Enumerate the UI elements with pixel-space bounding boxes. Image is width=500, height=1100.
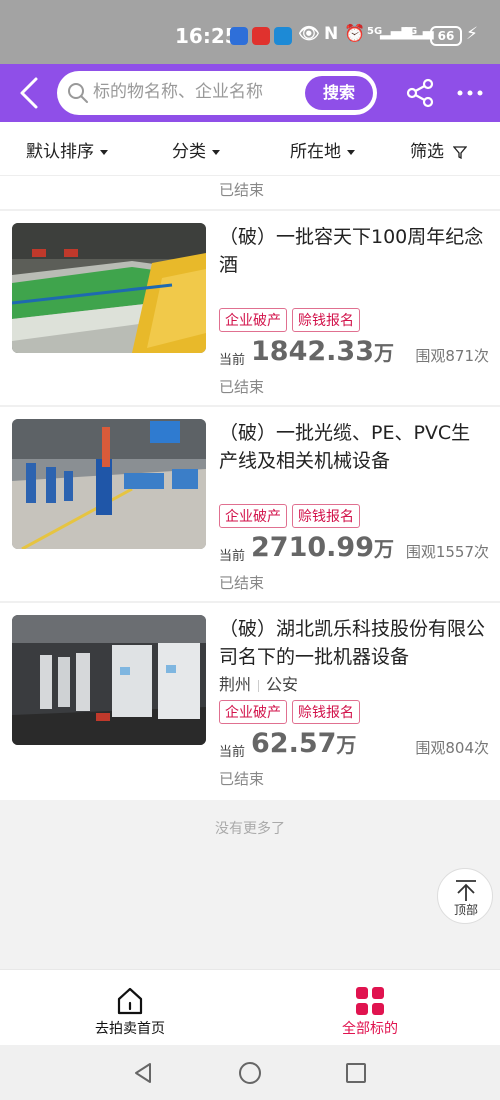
- location-filter[interactable]: 所在地: [290, 137, 355, 162]
- search-input[interactable]: [93, 82, 293, 102]
- grid-icon: [356, 987, 384, 1015]
- back-to-top-button[interactable]: 顶部: [437, 868, 493, 924]
- location-city: 荆州: [219, 675, 252, 694]
- listing-status: 已结束: [219, 378, 265, 396]
- alarm-icon: ⏰: [344, 24, 366, 44]
- back-button[interactable]: [14, 74, 48, 112]
- tab-all-items-label: 全部标的: [342, 1021, 398, 1037]
- system-navigation-bar: [0, 1045, 500, 1100]
- location-district: 公安: [266, 675, 299, 694]
- listing-card[interactable]: （破）湖北凯乐科技股份有限公司名下的一批机器设备 荆州 公安 企业破产 赊钱报名 当…: [0, 603, 500, 799]
- caret-down-icon: [212, 149, 220, 155]
- nav-home-icon[interactable]: [238, 1061, 262, 1085]
- listing-title[interactable]: （破）一批光缆、PE、PVC生产线及相关机械设备: [219, 419, 487, 475]
- listing-thumbnail[interactable]: [12, 223, 206, 353]
- listing-title[interactable]: （破）湖北凯乐科技股份有限公司名下的一批机器设备: [219, 615, 487, 671]
- category-filter-label: 分类: [172, 142, 206, 162]
- screen-filter-label: 筛选: [410, 142, 444, 162]
- no-more-text: 没有更多了: [215, 821, 285, 837]
- sort-filter[interactable]: 默认排序: [26, 137, 108, 162]
- tag-registration: 赊钱报名: [292, 504, 360, 528]
- price-value: 1842.33万: [251, 336, 394, 367]
- price-number: 1842.33: [251, 336, 374, 367]
- listing-title[interactable]: （破）一批容天下100周年纪念酒: [219, 223, 487, 279]
- funnel-icon: [453, 146, 468, 159]
- previous-item-status: 已结束: [219, 181, 265, 199]
- home-icon: [117, 987, 143, 1015]
- view-count: 围观871次: [415, 347, 489, 365]
- search-button[interactable]: 搜索: [305, 76, 373, 110]
- more-icon: [457, 90, 483, 96]
- listing-tags: 企业破产 赊钱报名: [219, 504, 365, 528]
- listing-tags: 企业破产 赊钱报名: [219, 308, 365, 332]
- caret-down-icon: [347, 149, 355, 155]
- location-filter-label: 所在地: [290, 142, 341, 162]
- price-value: 62.57万: [251, 728, 356, 759]
- tab-auction-home-label: 去拍卖首页: [95, 1021, 165, 1037]
- listing-tags: 企业破产 赊钱报名: [219, 700, 365, 724]
- listing-thumbnail[interactable]: [12, 419, 206, 549]
- filter-bar: 默认排序 分类 所在地 筛选: [0, 122, 500, 176]
- bottom-tab-bar: 去拍卖首页 全部标的: [0, 969, 500, 1045]
- category-filter[interactable]: 分类: [172, 137, 220, 162]
- more-button[interactable]: [454, 77, 486, 109]
- listing-card[interactable]: （破）一批光缆、PE、PVC生产线及相关机械设备 企业破产 赊钱报名 当前 271…: [0, 407, 500, 603]
- price-row: 当前 1842.33万 围观871次: [219, 336, 489, 372]
- price-row: 当前 62.57万 围观804次: [219, 728, 489, 764]
- listing-location: 荆州 公安: [219, 671, 298, 695]
- tag-registration: 赊钱报名: [292, 308, 360, 332]
- price-label: 当前: [219, 549, 246, 564]
- tag-registration: 赊钱报名: [292, 700, 360, 724]
- price-unit: 万: [336, 733, 357, 757]
- tab-all-items[interactable]: 全部标的: [290, 970, 450, 1046]
- location-separator: [258, 679, 260, 692]
- nav-back-icon[interactable]: [132, 1061, 156, 1085]
- listing-status: 已结束: [219, 574, 265, 592]
- view-count: 围观804次: [415, 739, 489, 757]
- share-button[interactable]: [404, 77, 436, 109]
- eye-icon: 👁: [298, 24, 320, 44]
- price-number: 62.57: [251, 728, 337, 759]
- nav-recents-icon[interactable]: [344, 1061, 368, 1085]
- caret-down-icon: [100, 149, 108, 155]
- listing-status: 已结束: [219, 770, 265, 788]
- nfc-icon: N: [324, 24, 339, 44]
- tag-bankruptcy: 企业破产: [219, 308, 287, 332]
- price-label: 当前: [219, 353, 246, 368]
- share-icon: [406, 78, 434, 108]
- charging-icon: ⚡: [466, 24, 478, 44]
- tag-bankruptcy: 企业破产: [219, 504, 287, 528]
- price-value: 2710.99万: [251, 532, 394, 563]
- screen-filter[interactable]: 筛选: [410, 137, 468, 162]
- search-box[interactable]: 搜索: [57, 71, 377, 115]
- price-number: 2710.99: [251, 532, 374, 563]
- app-notification-icon: [274, 27, 292, 45]
- list-footer: 没有更多了 顶部: [0, 800, 500, 969]
- tag-bankruptcy: 企业破产: [219, 700, 287, 724]
- price-label: 当前: [219, 745, 246, 760]
- listing-card[interactable]: （破）一批容天下100周年纪念酒 企业破产 赊钱报名 当前 1842.33万 围观…: [0, 211, 500, 407]
- tab-auction-home[interactable]: 去拍卖首页: [50, 970, 210, 1046]
- search-icon: [68, 83, 88, 103]
- battery-icon: 66: [430, 26, 462, 46]
- status-bar: 16:25 👁 N ⏰ 5G ▂▄▆ 4G ▂▄ 66 ⚡: [0, 0, 500, 64]
- back-to-top-label: 顶部: [453, 903, 478, 917]
- back-arrow-icon: [20, 77, 38, 109]
- price-row: 当前 2710.99万 围观1557次: [219, 532, 489, 568]
- sort-filter-label: 默认排序: [26, 142, 94, 162]
- price-unit: 万: [373, 341, 394, 365]
- listing-thumbnail[interactable]: [12, 615, 206, 745]
- view-count: 围观1557次: [405, 543, 489, 561]
- app-header: 搜索: [0, 64, 500, 122]
- price-unit: 万: [373, 537, 394, 561]
- battery-level: 66: [437, 29, 455, 43]
- app-notification-icon: [230, 27, 248, 45]
- app-notification-icon: [252, 27, 270, 45]
